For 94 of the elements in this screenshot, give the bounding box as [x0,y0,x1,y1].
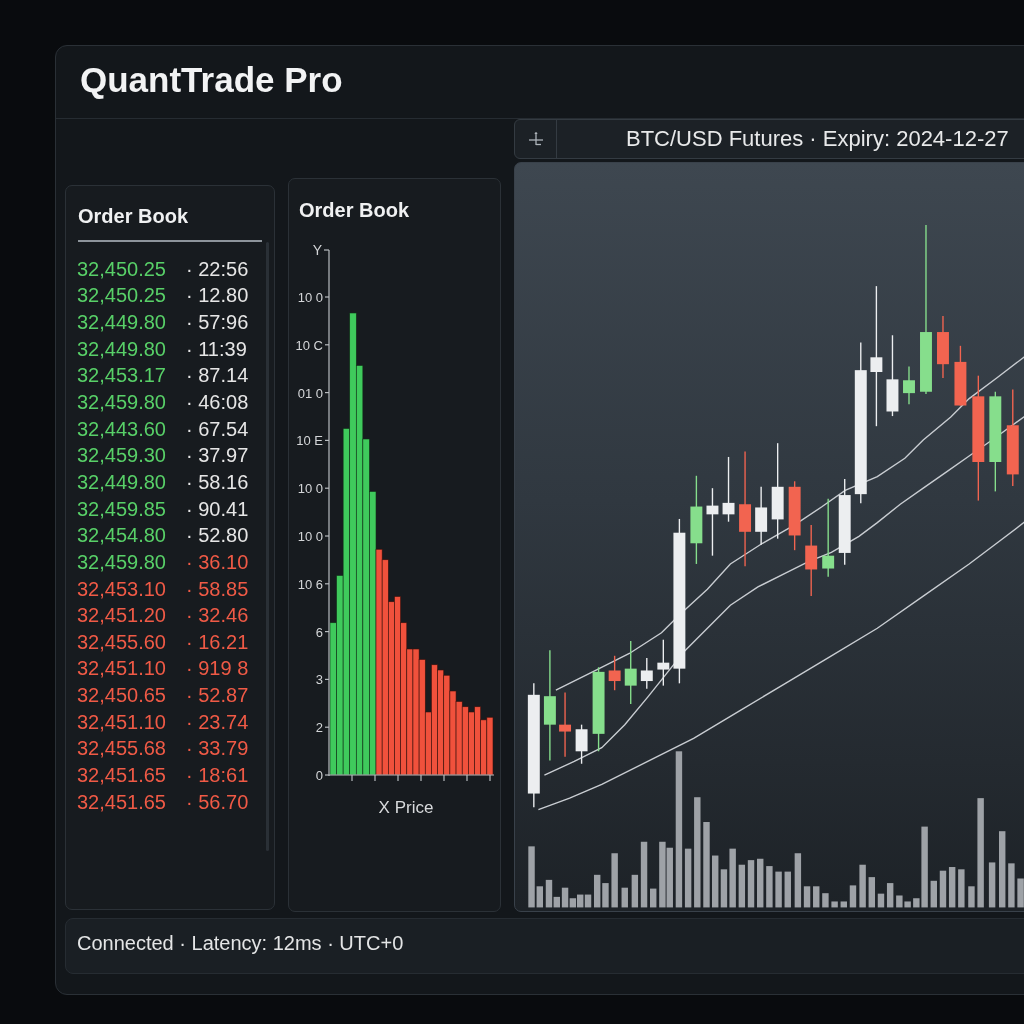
app-title: QuantTrade Pro [80,60,343,100]
axis-tick-label: 10 E [296,433,323,449]
candlestick [722,456,735,523]
order-price: 32,453.17 [77,364,167,388]
candlestick [640,657,653,690]
order-price: 32,449.80 [77,470,167,494]
candlestick [937,315,949,379]
candlestick [755,486,768,546]
order-price: 32,451.20 [77,604,167,628]
order-size: · 12.80 [186,284,249,308]
order-price: 32,459.80 [77,391,167,414]
axis-tick-label: 10 6 [297,576,323,592]
order-price: 32,450.25 [77,257,167,281]
candlestick [559,691,571,758]
volume-bar [650,888,657,908]
candlestick [608,655,621,691]
axis-title: X Price [378,798,434,817]
order-size: · 18:61 [186,764,249,787]
crosshair-icon [527,132,544,146]
volume-bar [813,886,820,908]
volume-bar [784,871,791,908]
order-price: 32,443.60 [77,417,167,441]
order-size: · 22:56 [186,257,249,281]
volume-bar [849,885,857,908]
volume-bar [621,887,628,908]
order-price: 32,449.80 [77,311,167,335]
order-price: 32,459.85 [77,497,167,521]
order-size: · 37.97 [186,444,249,468]
order-size: · 32.46 [186,604,249,628]
volume-bar [757,858,764,908]
volume-bar [775,871,782,908]
order-size: · 67.54 [186,417,249,441]
panel-title: Order Book [77,204,190,227]
order-size: · 52.80 [186,524,249,548]
order-size: · 23.74 [186,710,249,734]
order-size: · 90.41 [186,497,249,521]
order-size: · 58.85 [186,577,249,601]
axis-title: Y [312,242,322,258]
order-size: · 52.87 [186,684,249,708]
volume-bar [958,869,965,908]
volume-bar [1008,863,1015,908]
order-price: 32,450.25 [77,284,167,308]
volume-bar [1017,878,1024,908]
order-size: · 11:39 [186,337,247,361]
order-size: · 56.70 [186,790,249,814]
candlestick [903,365,915,405]
order-price: 32,451.10 [77,710,167,734]
volume-bar [988,862,996,908]
order-price: 32,454.80 [77,524,167,548]
candlestick [954,345,967,407]
axis-tick-label: 01 0 [297,385,323,401]
instrument-label: BTC/USD Futures · Expiry: 2024-12-27 [626,126,1009,152]
volume-bar [859,864,866,908]
order-size: · 87.14 [186,364,249,388]
axis-tick-label: 10 0 [297,481,323,497]
axis-tick-label: 10 C [295,337,323,353]
volume-bar [611,853,618,908]
order-price: 32,459.30 [77,444,167,468]
order-price: 32,449.80 [77,337,167,361]
candlestick [657,639,670,687]
order-size: · 16.21 [186,630,249,654]
volume-bar [766,866,773,908]
order-size: · 58.16 [186,470,249,494]
order-price: 32,455.68 [77,737,167,761]
volume-bar [831,901,838,908]
axis-tick-label: 0 [315,768,323,783]
order-price: 32,451.65 [77,790,167,814]
volume-bar [868,877,875,908]
order-size: · 46:08 [186,391,249,414]
volume-bar [968,886,975,908]
axis-tick-label: 10 0 [297,529,323,544]
order-price: 32,450.65 [77,684,167,708]
panel-title: Order Book [298,198,411,221]
order-size: · 919 8 [186,657,249,681]
order-price: 32,451.65 [77,764,167,787]
candlestick [788,480,801,551]
volume-bar [930,880,937,908]
candlestick [624,640,637,705]
order-price: 32,455.60 [77,630,167,654]
order-price: 32,451.10 [77,657,167,681]
candlestick [706,487,719,557]
axis-tick-label: 2 [315,720,323,736]
axis-tick-label: 6 [315,624,323,640]
order-price: 32,459.80 [77,550,167,574]
status-text: Connected · Latency: 12ms · UTC+0 [77,932,404,954]
volume-bar [840,901,847,908]
axis-tick-label: 10 0 [297,290,323,305]
order-size: · 36.10 [186,550,249,574]
axis-tick-label: 3 [315,672,323,688]
volume-bar [822,893,829,908]
order-size: · 57:96 [186,311,249,335]
order-size: · 33.79 [186,737,249,761]
candlestick [575,723,588,765]
order-price: 32,453.10 [77,577,167,601]
